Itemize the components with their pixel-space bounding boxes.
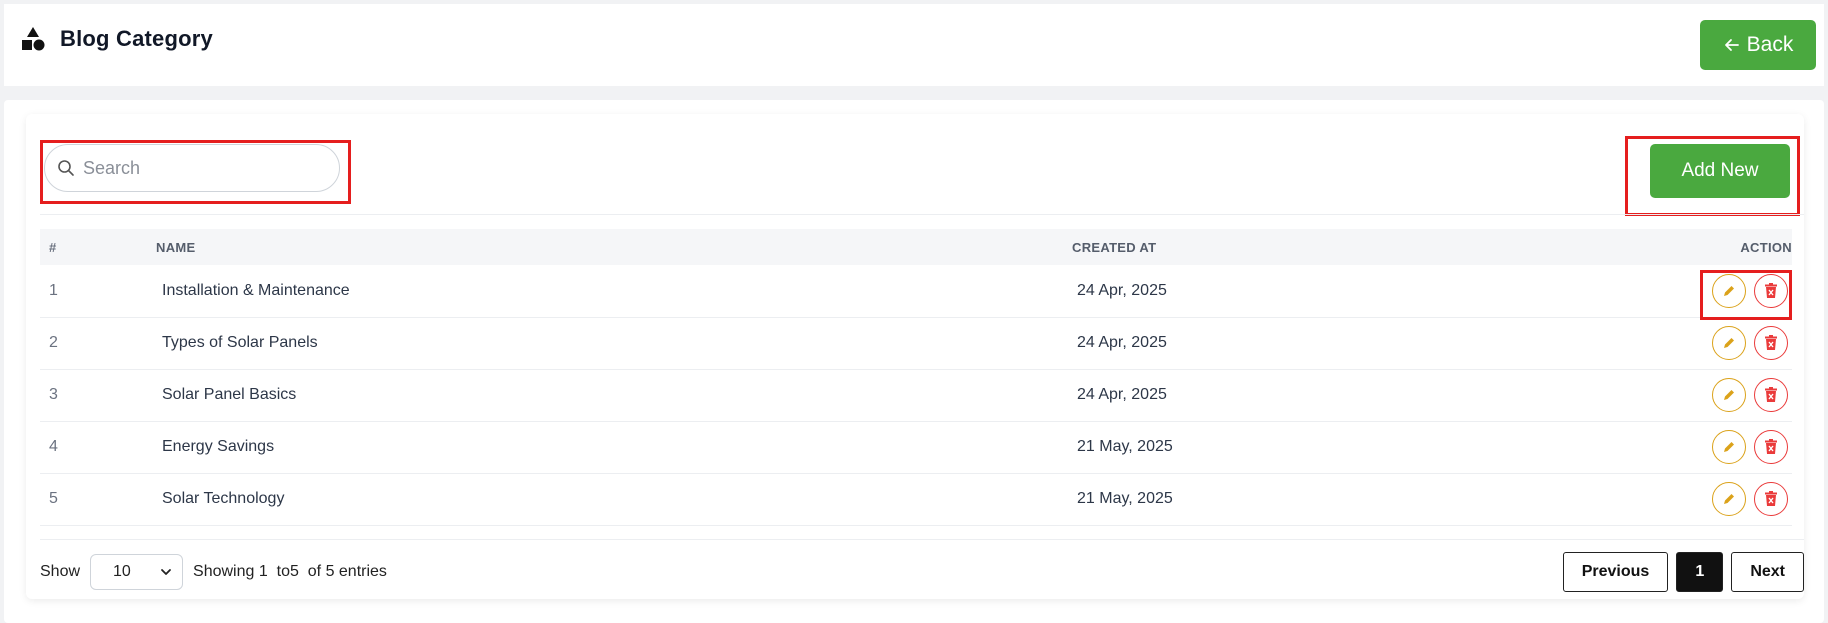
- column-header-name: NAME: [156, 239, 196, 255]
- row-number: 4: [40, 421, 156, 474]
- row-name: Solar Technology: [156, 473, 1071, 526]
- column-header-action: ACTION: [1740, 239, 1792, 255]
- edit-button[interactable]: [1712, 430, 1746, 464]
- next-button[interactable]: Next: [1731, 552, 1804, 592]
- trash-icon: [1765, 282, 1777, 298]
- category-table: # NAME CREATED AT ACTION 1 Installation &…: [40, 229, 1792, 526]
- row-number: 5: [40, 473, 156, 526]
- row-actions: [1591, 317, 1792, 370]
- trash-icon: [1765, 387, 1777, 402]
- row-name: Installation & Maintenance: [156, 265, 1071, 318]
- table-row: 3 Solar Panel Basics 24 Apr, 2025: [40, 369, 1792, 422]
- column-header-created-at: CREATED AT: [1072, 239, 1157, 255]
- row-number: 3: [40, 369, 156, 422]
- delete-button[interactable]: [1754, 378, 1788, 412]
- category-card: Add New # NAME CREATED AT ACTION 1Instal…: [26, 114, 1804, 599]
- pencil-icon: [1724, 338, 1734, 348]
- main-content: Add New # NAME CREATED AT ACTION 1Instal…: [4, 100, 1824, 623]
- table-footer: Show 10 Showing 1 to5 of 5 entries Previ…: [40, 539, 1804, 592]
- row-number: 2: [40, 317, 156, 370]
- search-icon: [58, 160, 74, 176]
- trash-icon: [1765, 439, 1777, 454]
- previous-button[interactable]: Previous: [1562, 552, 1669, 592]
- row-actions: [1591, 265, 1792, 320]
- pencil-icon: [1724, 442, 1734, 452]
- delete-button[interactable]: [1754, 430, 1788, 464]
- delete-button[interactable]: [1754, 482, 1788, 516]
- row-actions: [1591, 473, 1792, 526]
- edit-button[interactable]: [1712, 378, 1746, 412]
- back-button[interactable]: Back: [1700, 20, 1816, 70]
- table-row: 5 Solar Technology 21 May, 2025: [40, 473, 1792, 526]
- column-header-number: #: [49, 239, 57, 255]
- page-title: Blog Category: [60, 26, 213, 51]
- divider: [40, 214, 1804, 215]
- table-row: 2 Types of Solar Panels 24 Apr, 2025: [40, 317, 1792, 370]
- per-page-value: 10: [113, 563, 131, 580]
- pencil-icon: [1724, 285, 1734, 296]
- show-label: Show: [40, 563, 81, 580]
- top-bar: Blog Category Back: [4, 4, 1824, 86]
- edit-button[interactable]: [1712, 326, 1746, 360]
- page-size-control: Show 10 Showing 1 to5 of 5 entries: [40, 554, 387, 590]
- chevron-down-icon: [161, 569, 171, 575]
- search-input[interactable]: [83, 157, 323, 179]
- arrow-left-icon: [1724, 39, 1739, 51]
- row-created-at: 21 May, 2025: [1071, 473, 1591, 526]
- row-created-at: 24 Apr, 2025: [1071, 369, 1591, 422]
- entries-info: Showing 1 to5 of 5 entries: [193, 563, 387, 580]
- table-row: 4 Energy Savings 21 May, 2025: [40, 421, 1792, 474]
- row-name: Types of Solar Panels: [156, 317, 1071, 370]
- shapes-icon: [22, 27, 45, 51]
- table-header-row: # NAME CREATED AT ACTION: [40, 229, 1792, 265]
- row-number: 1: [40, 265, 156, 318]
- row-name: Solar Panel Basics: [156, 369, 1071, 422]
- page-button-current[interactable]: 1: [1676, 552, 1724, 592]
- table-row: 1 Installation & Maintenance 24 Apr, 2025: [40, 265, 1792, 320]
- add-new-button[interactable]: Add New: [1650, 144, 1790, 198]
- row-actions: [1591, 369, 1792, 422]
- row-created-at: 21 May, 2025: [1071, 421, 1591, 474]
- row-name: Energy Savings: [156, 421, 1071, 474]
- pencil-icon: [1724, 494, 1734, 504]
- row-created-at: 24 Apr, 2025: [1071, 265, 1591, 318]
- trash-icon: [1765, 335, 1777, 350]
- back-label: Back: [1746, 33, 1794, 56]
- delete-button[interactable]: [1754, 326, 1788, 360]
- search-box[interactable]: [44, 144, 340, 192]
- row-actions: [1591, 421, 1792, 474]
- edit-button[interactable]: [1712, 273, 1746, 308]
- pagination: Previous 1 Next: [1562, 552, 1804, 592]
- page-header: Blog Category: [18, 24, 213, 54]
- edit-button[interactable]: [1712, 482, 1746, 516]
- per-page-select[interactable]: 10: [90, 554, 184, 590]
- delete-button[interactable]: [1754, 273, 1788, 308]
- pencil-icon: [1724, 390, 1734, 400]
- row-created-at: 24 Apr, 2025: [1071, 317, 1591, 370]
- trash-icon: [1765, 491, 1777, 506]
